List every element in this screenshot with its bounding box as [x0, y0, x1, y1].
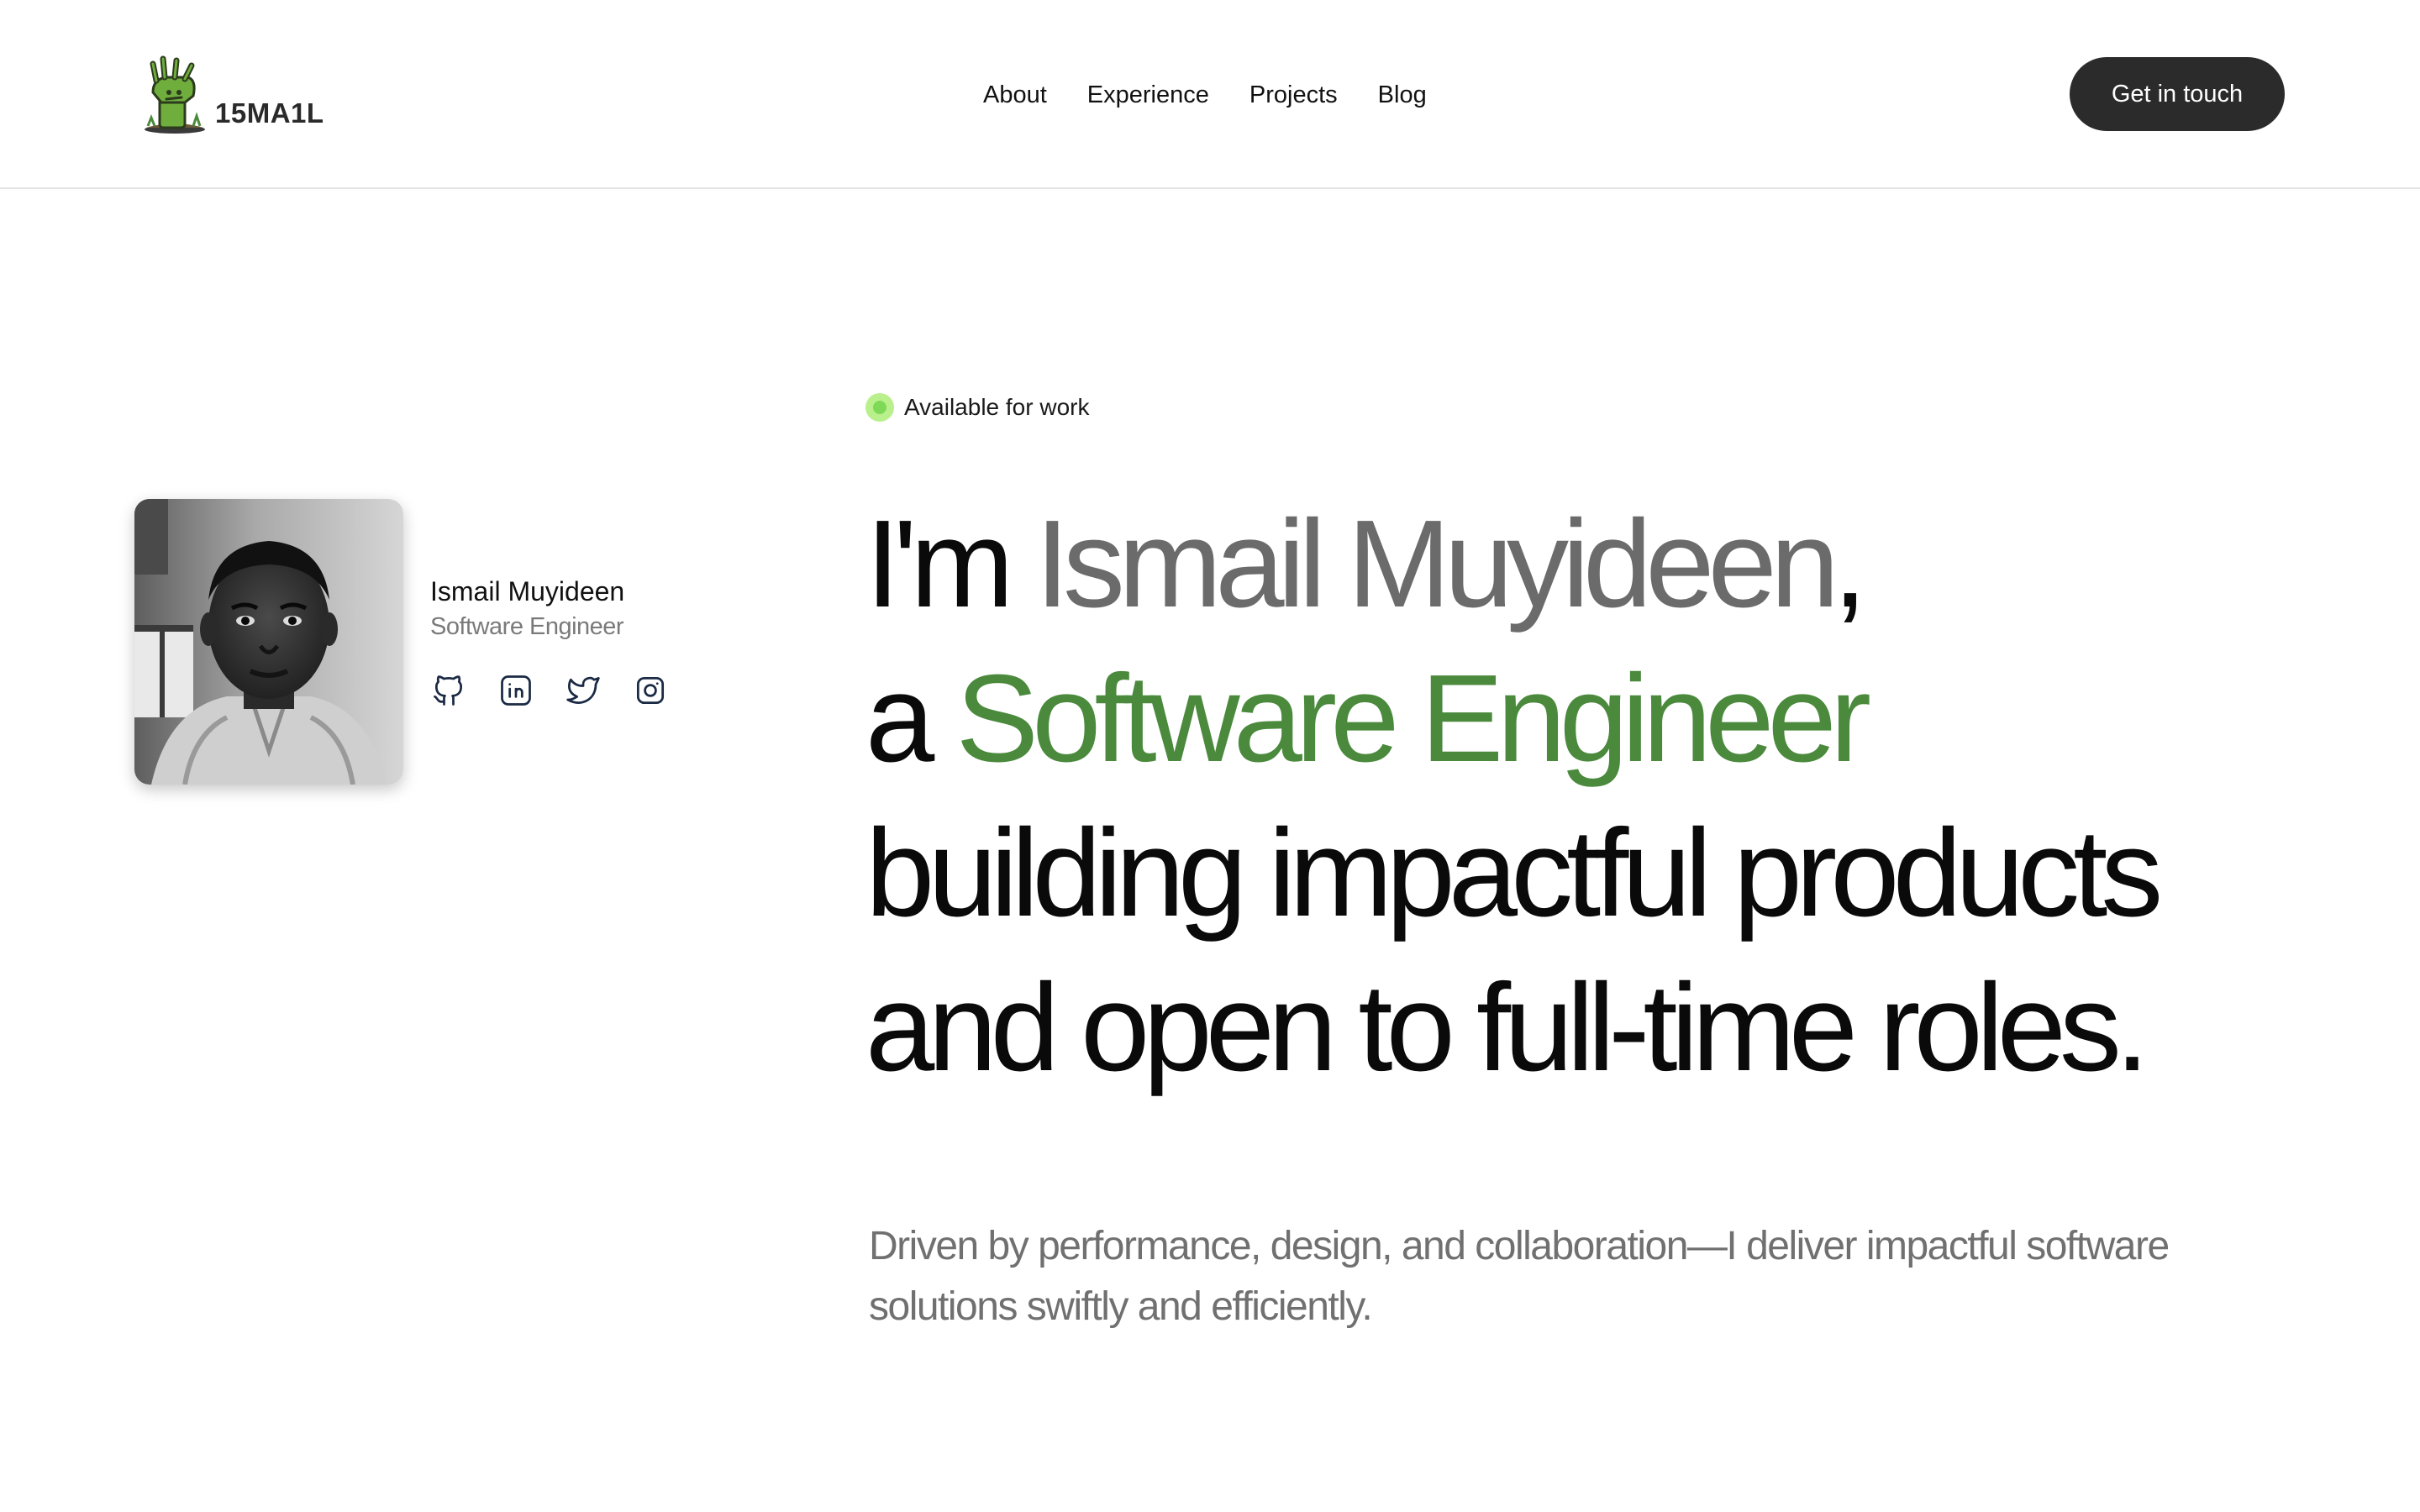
nav-link-blog[interactable]: Blog	[1378, 78, 1427, 112]
github-link[interactable]	[430, 672, 467, 709]
get-in-touch-button[interactable]: Get in touch	[2070, 57, 2285, 131]
nav-link-experience[interactable]: Experience	[1087, 78, 1209, 112]
hero-headline: I'm Ismail Muyideen, a Software Engineer…	[865, 487, 2344, 1105]
social-links	[430, 672, 669, 709]
logo-text: 15MA1L	[215, 97, 324, 129]
instagram-link[interactable]	[632, 672, 669, 709]
headline-line-3: building impactful products	[865, 804, 2163, 942]
status-text: Available for work	[904, 394, 1090, 420]
zombie-hand-logo-icon	[145, 55, 205, 134]
main-nav: About Experience Projects Blog	[983, 78, 1427, 112]
site-logo[interactable]: 15MA1L	[141, 55, 324, 134]
headline-line-4: and open to full-time roles.	[865, 958, 2149, 1097]
nav-link-about[interactable]: About	[983, 78, 1047, 112]
github-icon	[434, 675, 463, 706]
linkedin-link[interactable]	[497, 672, 534, 709]
headline-line-1: I'm Ismail Muyideen,	[865, 487, 2344, 642]
profile-photo	[134, 499, 403, 785]
headline-name: Ismail Muyideen	[1034, 495, 1839, 633]
instagram-icon	[636, 676, 665, 705]
twitter-link[interactable]	[565, 672, 602, 709]
hero-description: Driven by performance, design, and colla…	[869, 1224, 2170, 1329]
site-header: 15MA1L About Experience Projects Blog Ge…	[0, 0, 2420, 189]
profile-role: Software Engineer	[430, 613, 624, 640]
availability-status: Available for work	[865, 393, 1089, 422]
headline-role: Software Engineer	[955, 649, 1871, 788]
headline-comma: ,	[1833, 495, 1867, 633]
headline-article: a	[865, 649, 934, 788]
profile-name: Ismail Muyideen	[430, 576, 625, 606]
headline-prefix: I'm	[865, 495, 1014, 633]
status-dot-icon	[865, 393, 894, 422]
headline-line-2: a Software Engineer	[865, 642, 2344, 796]
linkedin-icon	[501, 675, 531, 706]
twitter-icon	[566, 676, 600, 704]
nav-link-projects[interactable]: Projects	[1249, 78, 1338, 112]
